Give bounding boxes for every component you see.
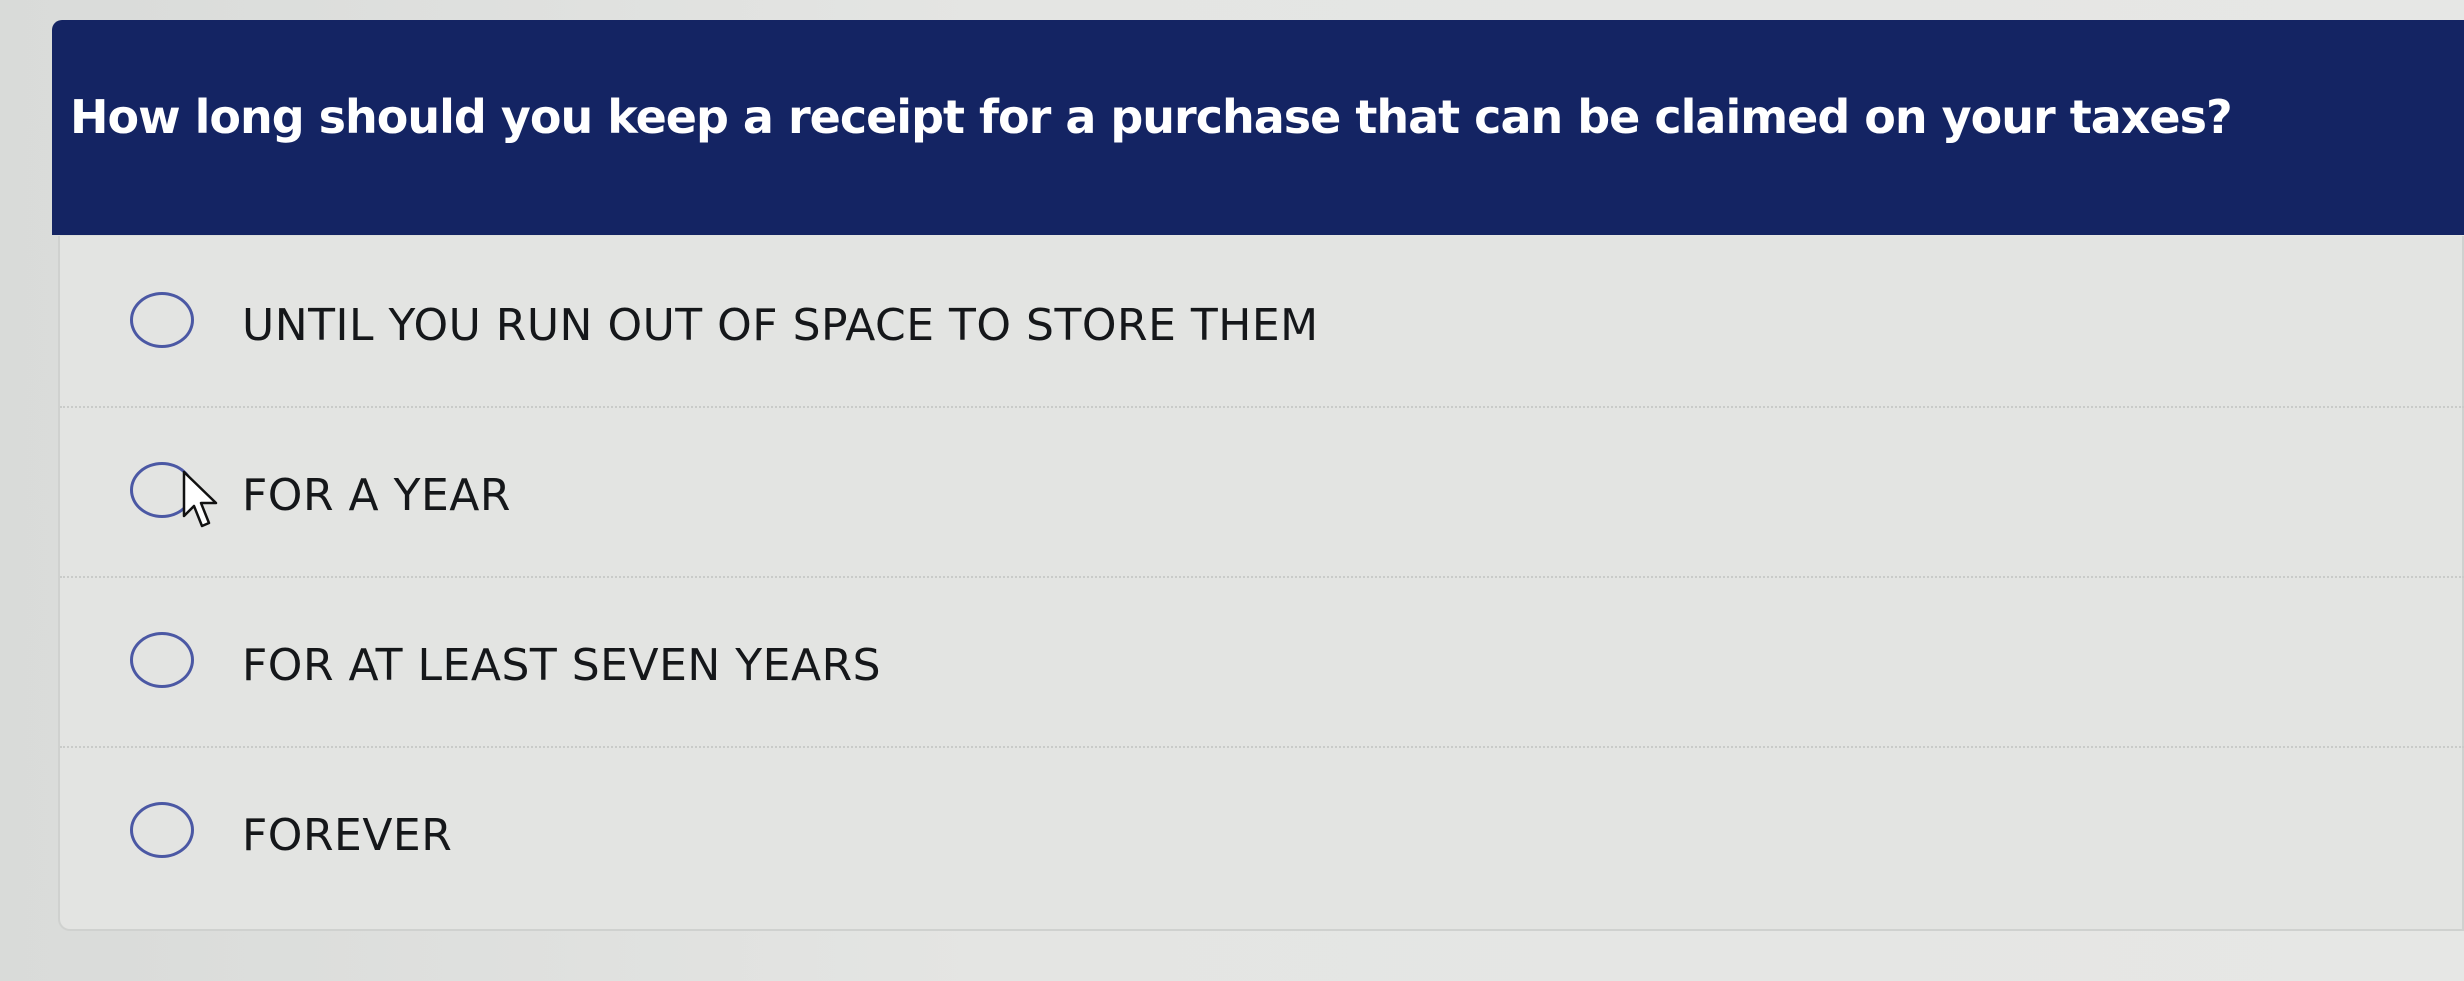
radio-button-icon[interactable]: [130, 802, 194, 858]
question-text: How long should you keep a receipt for a…: [70, 90, 2233, 144]
answer-option-label: FOR AT LEAST SEVEN YEARS: [242, 640, 882, 691]
answer-option-2[interactable]: FOR A YEAR: [60, 406, 2464, 576]
answer-option-3[interactable]: FOR AT LEAST SEVEN YEARS: [60, 576, 2464, 746]
radio-button-icon[interactable]: [130, 632, 194, 688]
arrow-pointer-icon: [182, 470, 218, 528]
answer-options-panel: UNTIL YOU RUN OUT OF SPACE TO STORE THEM…: [58, 236, 2464, 931]
answer-option-label: FOR A YEAR: [242, 470, 511, 521]
answer-option-4[interactable]: FOREVER: [60, 746, 2464, 916]
answer-option-label: FOREVER: [242, 810, 453, 861]
answer-option-label: UNTIL YOU RUN OUT OF SPACE TO STORE THEM: [242, 300, 1319, 351]
radio-button-icon[interactable]: [130, 292, 194, 348]
answer-option-1[interactable]: UNTIL YOU RUN OUT OF SPACE TO STORE THEM: [60, 236, 2464, 406]
